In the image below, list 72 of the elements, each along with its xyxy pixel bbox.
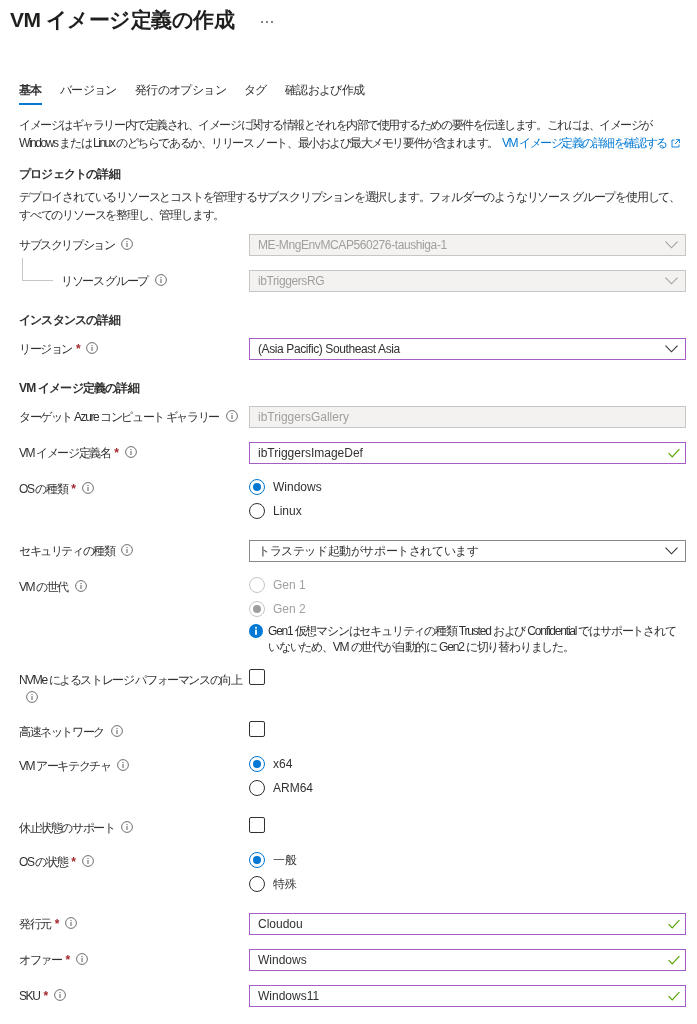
field-label: リソース グループ xyxy=(61,273,148,290)
info-icon[interactable] xyxy=(81,855,94,867)
field-label: 高速ネットワーク xyxy=(19,724,104,741)
info-icon[interactable] xyxy=(53,989,66,1001)
chevron-down-icon xyxy=(665,345,678,353)
info-icon[interactable] xyxy=(86,342,99,354)
page-title: VM イメージ定義の作成 xyxy=(10,7,235,33)
field-label: OS の種類 xyxy=(19,481,68,498)
tab[interactable]: 確認および作成 xyxy=(284,82,365,105)
info-icon[interactable] xyxy=(74,580,87,592)
chevron-down-icon xyxy=(665,241,678,249)
section-heading: プロジェクトの詳細 xyxy=(19,166,122,182)
checkbox[interactable] xyxy=(249,721,265,737)
field-label: VM の世代 xyxy=(19,579,68,596)
field-label: SKU xyxy=(19,988,40,1005)
radio-label[interactable]: 特殊 xyxy=(273,875,297,893)
section-heading: VM イメージ定義の詳細 xyxy=(19,380,141,396)
required-mark: * xyxy=(43,989,47,1003)
info-icon xyxy=(249,624,263,638)
chevron-down-icon xyxy=(665,277,678,285)
intro-text: イメージはギャラリー内で定義され、イメージに関する情報とそれを内部で使用するための要件を伝達します。これには、イメージが Windows または Linux のどちらであるか、リリース ノート、最小および最大メモリ要件が含まれます。 VM イメージ定義の詳細を確認する xyxy=(19,116,686,152)
tab[interactable]: バージョン xyxy=(59,82,117,105)
required-mark: * xyxy=(54,917,59,931)
radio-label[interactable]: ARM64 xyxy=(273,781,313,795)
checkbox[interactable] xyxy=(249,669,265,685)
text-field[interactable]: Windows11 xyxy=(249,985,686,1007)
info-icon[interactable] xyxy=(121,544,134,556)
info-icon[interactable] xyxy=(121,821,134,833)
field-label: 発行元 xyxy=(19,916,51,933)
external-link-icon xyxy=(670,138,680,148)
dropdown[interactable]: トラステッド起動がサポートされています xyxy=(249,540,686,562)
dropdown[interactable]: (Asia Pacific) Southeast Asia xyxy=(249,338,686,360)
info-icon[interactable] xyxy=(26,691,38,703)
field-label: リージョン xyxy=(19,341,72,358)
more-icon[interactable] xyxy=(260,20,275,24)
field-label: セキュリティの種類 xyxy=(19,543,115,560)
text-field[interactable]: ibTriggersImageDef xyxy=(249,442,686,464)
radio-label[interactable]: Windows xyxy=(273,480,322,494)
info-icon[interactable] xyxy=(117,759,130,771)
tree-line xyxy=(22,258,53,281)
details-link[interactable]: VM イメージ定義の詳細を確認する xyxy=(501,134,680,152)
info-icon[interactable] xyxy=(124,446,137,458)
checkbox[interactable] xyxy=(249,817,265,833)
field-label: VM イメージ定義名 xyxy=(19,445,111,462)
required-mark: * xyxy=(65,953,69,967)
radio-label[interactable]: Linux xyxy=(273,504,302,518)
field-label: オファー xyxy=(19,952,62,969)
tab[interactable]: 基本 xyxy=(19,82,42,105)
chevron-down-icon xyxy=(665,547,678,555)
info-icon[interactable] xyxy=(75,953,88,965)
radio-label[interactable]: x64 xyxy=(273,757,293,771)
section-description: デプロイされているリソースとコストを管理するサブスクリプションを選択します。フォルダーのようなリソース グループを使用して、すべてのリソースを整理し、管理します。 xyxy=(19,189,681,224)
section-heading: インスタンスの詳細 xyxy=(19,312,122,328)
text-field[interactable]: Windows xyxy=(249,949,686,971)
info-icon[interactable] xyxy=(110,725,123,737)
required-mark: * xyxy=(114,446,118,460)
required-mark: * xyxy=(71,855,75,869)
info-icon[interactable] xyxy=(81,482,94,494)
text-field[interactable]: Cloudou xyxy=(249,913,686,935)
field-label: ターゲット Azure コンピュート ギャラリー xyxy=(19,409,219,426)
required-mark: * xyxy=(71,482,75,496)
field-label: NVMe によるストレージ パフォーマンスの向上 xyxy=(19,672,242,689)
tab[interactable]: タグ xyxy=(244,82,267,105)
info-icon[interactable] xyxy=(65,917,78,929)
tab[interactable]: 発行のオプション xyxy=(134,82,227,105)
required-mark: * xyxy=(76,342,80,356)
field-label: サブスクリプション xyxy=(19,237,115,254)
info-message: Gen1 仮想マシンはセキュリティの種類 Trusted および Confidential ではサポートされていないため、VM の世代が自動的に Gen2 に切り替わりました。 xyxy=(268,623,677,655)
field-label: OS の状態 xyxy=(19,854,68,871)
field-label: VM アーキテクチャ xyxy=(19,758,111,775)
field-label: 休止状態のサポート xyxy=(19,820,115,837)
radio-label[interactable]: 一般 xyxy=(273,851,297,869)
